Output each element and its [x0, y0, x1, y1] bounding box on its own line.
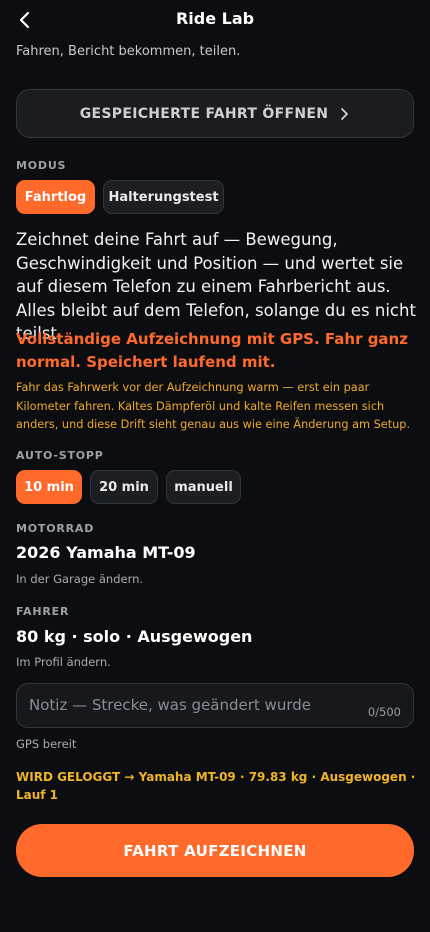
- logging-summary: WIRD GELOGGT → Yamaha MT-09 · 79.83 kg ·…: [16, 770, 416, 802]
- auto-stop-option-manual[interactable]: manuell: [166, 470, 241, 504]
- note-placeholder: Notiz — Strecke, was geändert wurde: [29, 696, 311, 714]
- gps-status: GPS bereit: [16, 737, 77, 751]
- rider-hint: Im Profil ändern.: [16, 655, 111, 669]
- page-title: Ride Lab: [175, 9, 255, 28]
- auto-stop-option-10[interactable]: 10 min: [16, 470, 82, 504]
- mode-section-label: MODUS: [16, 159, 67, 172]
- mode-option-fahrtlog[interactable]: Fahrtlog: [16, 180, 95, 214]
- motorcycle-hint: In der Garage ändern.: [16, 572, 144, 586]
- motorcycle-name: 2026 Yamaha MT-09: [16, 543, 196, 562]
- mode-option-halterungstest[interactable]: Halterungstest: [103, 180, 224, 214]
- open-saved-ride-label: GESPEICHERTE FAHRT ÖFFNEN: [79, 105, 329, 122]
- record-ride-button[interactable]: FAHRT AUFZEICHNEN: [16, 824, 414, 877]
- chevron-right-icon: [341, 107, 349, 120]
- note-field[interactable]: Notiz — Strecke, was geändert wurde 0/50…: [16, 683, 414, 728]
- auto-stop-section-label: AUTO-STOPP: [16, 449, 104, 462]
- warmup-note: Fahr das Fahrwerk vor der Aufzeichnung w…: [16, 381, 411, 431]
- rider-summary: 80 kg · solo · Ausgewogen: [16, 627, 253, 646]
- page-subtitle: Fahren, Bericht bekommen, teilen.: [16, 44, 241, 59]
- motorcycle-section-label: MOTORRAD: [16, 522, 95, 535]
- rider-section-label: FAHRER: [16, 605, 70, 618]
- open-saved-ride-button[interactable]: GESPEICHERTE FAHRT ÖFFNEN: [16, 89, 414, 138]
- auto-stop-option-20[interactable]: 20 min: [90, 470, 158, 504]
- note-char-count: 0/500: [367, 705, 401, 719]
- gps-recording-note: Vollständige Aufzeichnung mit GPS. Fahr …: [16, 330, 408, 371]
